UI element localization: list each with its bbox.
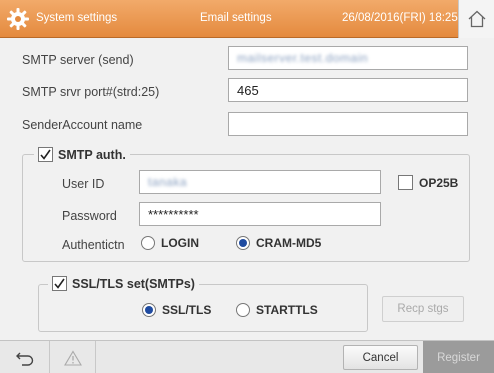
auth-option-login[interactable]: LOGIN [141, 236, 199, 250]
back-arrow-icon [15, 352, 33, 366]
checkbox-checked-icon [52, 276, 67, 291]
ssl-tls-label: SSL/TLS set(SMTPs) [72, 276, 195, 291]
home-icon [468, 10, 485, 28]
smtp-server-label: SMTP server (send) [22, 53, 134, 67]
user-id-label: User ID [62, 177, 105, 191]
sender-account-field[interactable] [228, 112, 468, 136]
radio-unselected-icon [141, 236, 155, 250]
bottom-bar: Cancel Register [0, 340, 494, 373]
main-content: SMTP server (send) mailserver.test.domai… [0, 38, 494, 340]
user-id-value: tanaka [148, 175, 188, 189]
gear-icon[interactable] [6, 7, 30, 31]
ssl-option-ssltls-label: SSL/TLS [162, 303, 212, 317]
back-button[interactable] [0, 341, 50, 373]
checkbox-checked-icon [38, 147, 53, 162]
recp-settings-button[interactable]: Recp stgs [382, 296, 464, 322]
radio-selected-icon [236, 236, 250, 250]
radio-selected-icon [142, 303, 156, 317]
auth-option-login-label: LOGIN [161, 236, 199, 250]
title-bar: System settings Email settings 26/08/201… [0, 0, 494, 38]
auth-option-cram-md5-label: CRAM-MD5 [256, 236, 322, 250]
password-value: ********** [148, 206, 199, 222]
smtp-auth-checkbox[interactable]: SMTP auth. [34, 147, 130, 162]
warning-icon [63, 349, 82, 366]
op25b-label: OP25B [419, 175, 459, 190]
smtp-auth-label: SMTP auth. [58, 147, 126, 162]
warning-button[interactable] [50, 341, 96, 373]
sender-account-label: SenderAccount name [22, 118, 143, 132]
ssl-option-ssltls[interactable]: SSL/TLS [142, 303, 211, 317]
ssl-option-starttls[interactable]: STARTTLS [236, 303, 318, 317]
password-field[interactable]: ********** [139, 202, 381, 226]
op25b-checkbox[interactable]: OP25B [398, 175, 458, 190]
system-settings-title: System settings [36, 12, 118, 24]
radio-unselected-icon [236, 303, 250, 317]
register-button[interactable]: Register [423, 341, 494, 373]
password-label: Password [62, 209, 117, 223]
checkbox-unchecked-icon [398, 175, 413, 190]
smtp-port-field[interactable]: 465 [228, 78, 468, 102]
email-settings-title: Email settings [200, 12, 272, 24]
authentication-label: Authentictn [62, 238, 125, 252]
smtp-server-field[interactable]: mailserver.test.domain [228, 46, 468, 70]
datetime-display: 26/08/2016(FRI) 18:25 [342, 12, 458, 24]
cancel-button[interactable]: Cancel [343, 345, 418, 370]
smtp-port-label: SMTP srvr port#(strd:25) [22, 85, 160, 99]
auth-option-cram-md5[interactable]: CRAM-MD5 [236, 236, 321, 250]
home-button[interactable] [458, 0, 494, 38]
ssl-tls-checkbox[interactable]: SSL/TLS set(SMTPs) [48, 276, 199, 291]
smtp-server-value: mailserver.test.domain [237, 51, 369, 65]
ssl-option-starttls-label: STARTTLS [256, 303, 318, 317]
user-id-field[interactable]: tanaka [139, 170, 381, 194]
smtp-port-value: 465 [237, 82, 259, 98]
